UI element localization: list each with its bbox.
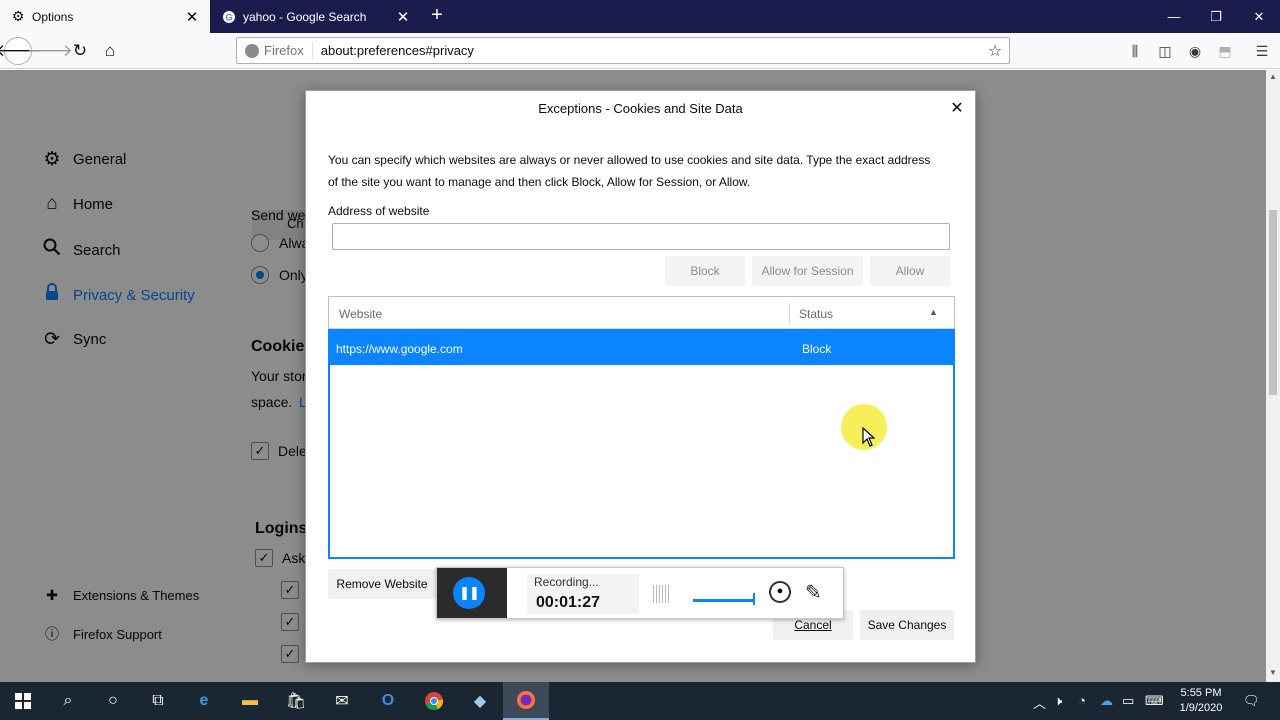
minimize-button[interactable]: — bbox=[1153, 0, 1195, 33]
sort-ascending-icon: ▲ bbox=[929, 307, 938, 317]
new-tab-button[interactable]: + bbox=[426, 5, 448, 27]
audio-level-icon bbox=[653, 585, 671, 603]
recording-timer: 00:01:27 bbox=[536, 594, 601, 611]
clock-date: 1/9/2020 bbox=[1179, 702, 1223, 714]
home-button[interactable]: ⌂ bbox=[96, 37, 124, 65]
start-button[interactable] bbox=[0, 682, 46, 720]
svg-text:G: G bbox=[225, 12, 232, 22]
pause-button[interactable]: ❚❚ bbox=[453, 577, 485, 609]
allow-button[interactable]: Allow bbox=[870, 256, 950, 286]
sidebar-icon[interactable]: ◫ bbox=[1155, 41, 1175, 61]
save-changes-button[interactable]: Save Changes bbox=[860, 610, 954, 640]
tab-strip: ⚙ Options ✕ G yahoo - Google Search ✕ + … bbox=[0, 0, 1280, 33]
restore-button[interactable]: ❐ bbox=[1195, 0, 1237, 33]
tab-title: Options bbox=[32, 9, 74, 24]
clock-time: 5:55 PM bbox=[1180, 687, 1222, 699]
allow-session-button[interactable]: Allow for Session bbox=[752, 256, 863, 286]
row-website: https://www.google.com bbox=[336, 342, 463, 356]
google-icon: G bbox=[221, 9, 237, 25]
tray-chevron-icon[interactable]: ︿ bbox=[1033, 693, 1046, 712]
tab-title: yahoo - Google Search bbox=[243, 9, 367, 24]
file-explorer-icon[interactable]: ▬ bbox=[227, 682, 273, 720]
library-icon[interactable]: ⫼ bbox=[1125, 41, 1145, 61]
mail-icon[interactable]: ✉ bbox=[319, 682, 365, 720]
mouse-cursor-icon bbox=[862, 426, 876, 452]
cortana-icon[interactable]: ○ bbox=[90, 682, 136, 720]
recording-status: Recording... bbox=[534, 575, 599, 589]
recorder-control-panel: ❚❚ bbox=[437, 568, 507, 618]
gear-icon: ⚙ bbox=[11, 8, 25, 24]
forward-button[interactable]: 🡒 bbox=[27, 37, 73, 65]
scrollbar-thumb[interactable] bbox=[1269, 210, 1277, 395]
keyboard-icon[interactable]: ⌨ bbox=[1145, 693, 1164, 709]
edge-icon[interactable]: e bbox=[181, 682, 227, 720]
description-line: You can specify which websites are alway… bbox=[328, 153, 931, 167]
account-icon[interactable]: ◉ bbox=[1185, 41, 1205, 61]
onedrive-icon[interactable]: ☁ bbox=[1100, 693, 1113, 709]
address-label: Address of website bbox=[328, 204, 430, 218]
firefox-taskbar-icon[interactable] bbox=[503, 682, 549, 720]
windows-taskbar: ⌕ ○ ⧉ e ▬ 🛍 ✉ O ◆ ︿ 🕨 ◔ ☁ ▭ ⌨ 5:55 PM 1/… bbox=[0, 682, 1280, 720]
navigation-toolbar: 🡐 🡒 ↻ ⌂ Firefox about:preferences#privac… bbox=[0, 33, 1280, 69]
reload-button[interactable]: ↻ bbox=[66, 37, 94, 65]
notifications-icon[interactable]: 🗨 bbox=[1243, 693, 1260, 709]
outlook-icon[interactable]: O bbox=[365, 682, 411, 720]
menu-icon[interactable]: ☰ bbox=[1252, 41, 1272, 61]
column-separator bbox=[789, 303, 790, 325]
system-clock[interactable]: 5:55 PM 1/9/2020 bbox=[1170, 686, 1232, 716]
close-window-button[interactable]: ✕ bbox=[1238, 0, 1280, 33]
wifi-icon[interactable]: ◔ bbox=[1078, 693, 1086, 708]
battery-icon[interactable]: ▭ bbox=[1122, 693, 1134, 709]
recording-widget: ❚❚ Recording... 00:01:27 ● ✎ bbox=[436, 567, 844, 619]
task-view-icon[interactable]: ⧉ bbox=[135, 682, 181, 720]
column-status[interactable]: Status bbox=[799, 307, 833, 321]
page-scrollbar[interactable]: ▲ ▼ bbox=[1266, 70, 1280, 682]
identity-box[interactable]: Firefox bbox=[237, 42, 313, 59]
volume-slider[interactable] bbox=[693, 599, 755, 602]
webcam-icon[interactable]: ● bbox=[769, 581, 791, 603]
dialog-title: Exceptions - Cookies and Site Data bbox=[538, 101, 743, 116]
list-header: Website Status ▲ bbox=[329, 297, 954, 329]
row-status: Block bbox=[802, 342, 832, 356]
close-icon[interactable]: ✕ bbox=[947, 99, 967, 119]
scroll-up-arrow-icon[interactable]: ▲ bbox=[1266, 72, 1280, 84]
tab-google-search[interactable]: G yahoo - Google Search ✕ bbox=[211, 0, 421, 33]
store-icon[interactable]: 🛍 bbox=[273, 682, 319, 720]
volume-slider-handle[interactable] bbox=[753, 593, 755, 605]
url-text[interactable]: about:preferences#privacy bbox=[313, 43, 981, 58]
bookmark-star-icon[interactable]: ☆ bbox=[981, 41, 1009, 61]
pdf-extension-icon[interactable]: ⬒ bbox=[1215, 41, 1235, 61]
firefox-icon bbox=[245, 43, 259, 58]
pen-icon[interactable]: ✎ bbox=[805, 580, 822, 605]
recording-info: Recording... 00:01:27 bbox=[527, 574, 639, 614]
block-button[interactable]: Block bbox=[665, 256, 745, 286]
column-website[interactable]: Website bbox=[339, 307, 382, 321]
scroll-down-arrow-icon[interactable]: ▼ bbox=[1266, 668, 1280, 680]
remove-website-button[interactable]: Remove Website bbox=[328, 569, 436, 599]
close-tab-icon[interactable]: ✕ bbox=[395, 8, 411, 26]
volume-muted-icon[interactable]: 🕨 bbox=[1054, 693, 1062, 709]
dialog-description: You can specify which websites are alway… bbox=[328, 149, 958, 193]
table-row[interactable]: https://www.google.com Block bbox=[330, 331, 953, 365]
description-line: of the site you want to manage and then … bbox=[328, 175, 751, 189]
identity-label: Firefox bbox=[264, 43, 304, 58]
chrome-icon[interactable] bbox=[411, 682, 457, 720]
app-icon[interactable]: ◆ bbox=[457, 682, 503, 720]
close-tab-icon[interactable]: ✕ bbox=[184, 8, 200, 26]
address-input[interactable] bbox=[332, 223, 950, 250]
search-icon[interactable]: ⌕ bbox=[45, 682, 91, 720]
url-bar[interactable]: Firefox about:preferences#privacy ☆ bbox=[236, 37, 1010, 64]
tab-options[interactable]: ⚙ Options ✕ bbox=[0, 0, 210, 33]
